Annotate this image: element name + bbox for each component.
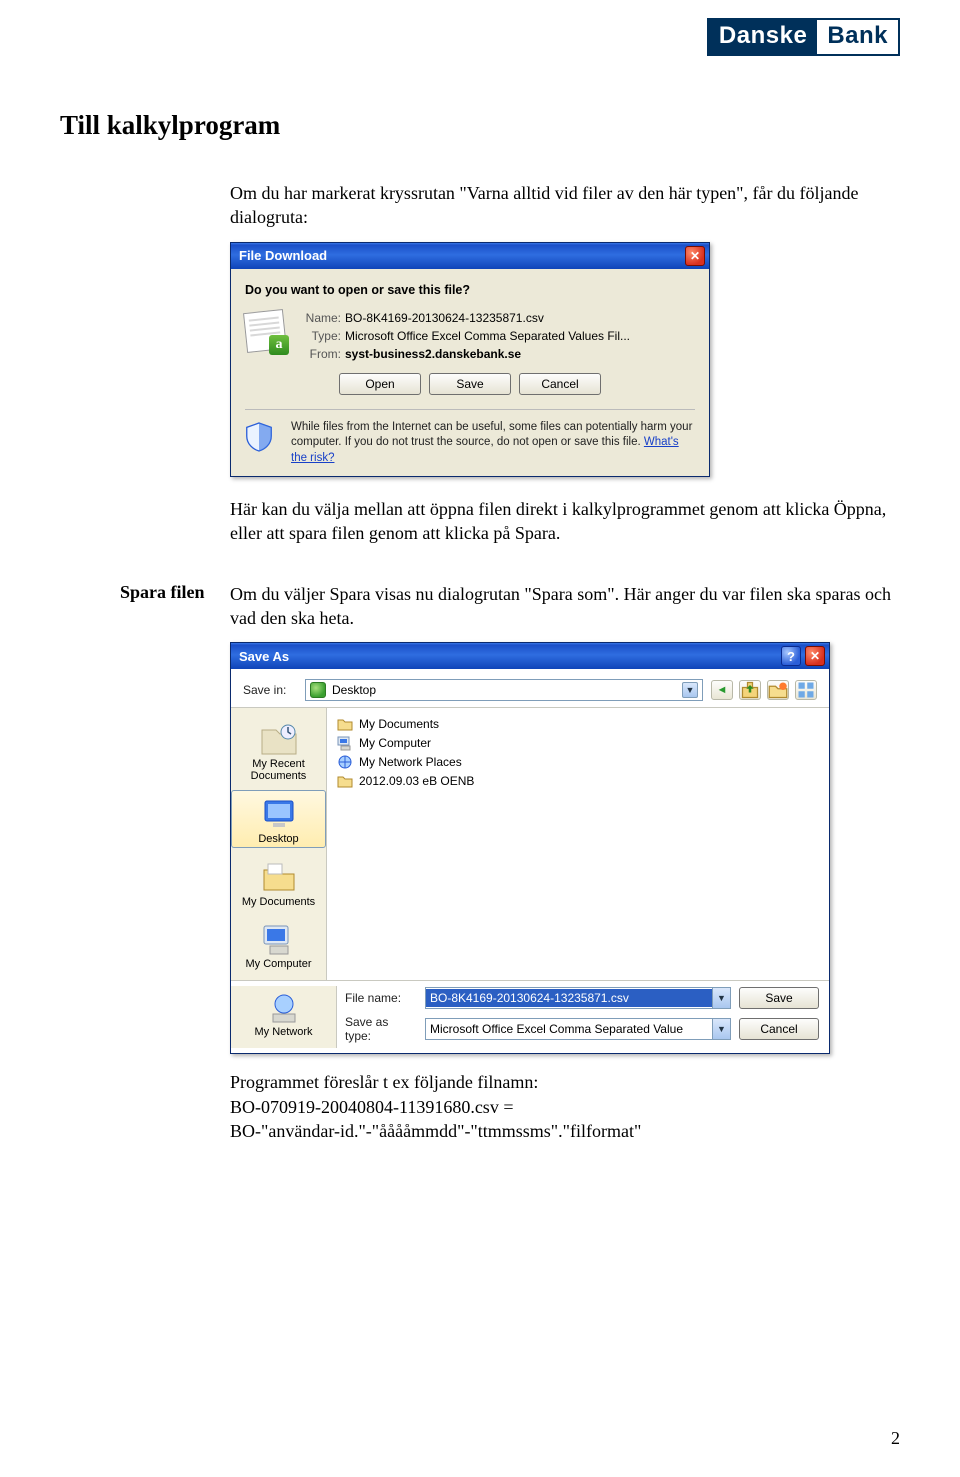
filename-input[interactable]: BO-8K4169-20130624-13235871.csv ▼ (425, 987, 731, 1009)
network-icon (337, 754, 353, 770)
list-item[interactable]: My Network Places (337, 754, 819, 770)
places-bar: My Recent Documents Desktop My Documents… (231, 708, 327, 980)
list-item[interactable]: My Documents (337, 716, 819, 732)
from-value: syst-business2.danskebank.se (345, 347, 695, 361)
filename-value: BO-8K4169-20130624-13235871.csv (426, 989, 712, 1007)
dialog-titlebar[interactable]: File Download ✕ (231, 243, 709, 269)
logo-word-2: Bank (817, 20, 898, 54)
place-label: My Network (254, 1026, 312, 1038)
back-icon[interactable]: ◄ (711, 680, 733, 700)
from-label: From: (295, 347, 341, 361)
file-list[interactable]: My Documents My Computer My Network Plac… (327, 708, 829, 980)
save-as-dialog: Save As ? ✕ Save in: Desktop ▼ ◄ (230, 642, 830, 1054)
page-title: Till kalkylprogram (60, 110, 900, 141)
place-my-documents[interactable]: My Documents (231, 854, 326, 910)
place-label: My Recent Documents (235, 758, 322, 782)
place-label: My Documents (242, 896, 315, 908)
place-recent-documents[interactable]: My Recent Documents (231, 716, 326, 784)
folder-icon (337, 773, 353, 789)
save-button[interactable]: Save (429, 373, 511, 395)
list-item[interactable]: My Computer (337, 735, 819, 751)
saveastype-select[interactable]: Microsoft Office Excel Comma Separated V… (425, 1018, 731, 1040)
save-button[interactable]: Save (739, 987, 819, 1009)
dialog-question: Do you want to open or save this file? (245, 283, 695, 297)
file-download-dialog: File Download ✕ Do you want to open or s… (230, 242, 710, 478)
type-label: Type: (295, 329, 341, 343)
paragraph-after-dialog1: Här kan du välja mellan att öppna filen … (230, 497, 900, 546)
save-in-value: Desktop (332, 683, 376, 697)
suggest-line-2: BO-070919-20040804-11391680.csv = (230, 1095, 900, 1119)
dialog-title: Save As (239, 649, 289, 664)
cancel-button[interactable]: Cancel (519, 373, 601, 395)
desktop-icon (310, 682, 326, 698)
open-button[interactable]: Open (339, 373, 421, 395)
dialog-title: File Download (239, 248, 327, 263)
up-one-level-icon[interactable] (739, 680, 761, 700)
place-my-network[interactable]: My Network (231, 986, 337, 1048)
shield-icon (245, 422, 273, 452)
folder-icon (337, 716, 353, 732)
place-my-computer[interactable]: My Computer (231, 916, 326, 972)
section-side-label: Spara filen (120, 582, 205, 603)
section2-paragraph: Om du väljer Spara visas nu dialogrutan … (230, 582, 900, 631)
help-icon[interactable]: ? (781, 646, 801, 666)
list-item[interactable]: 2012.09.03 eB OENB (337, 773, 819, 789)
dialog-titlebar[interactable]: Save As ? ✕ (231, 643, 829, 669)
place-label: My Computer (245, 958, 311, 970)
computer-icon (337, 735, 353, 751)
suggest-line-3: BO-"användar-id."-"ååååmmdd"-"ttmmssms".… (230, 1119, 900, 1143)
chevron-down-icon[interactable]: ▼ (712, 988, 730, 1008)
cancel-button[interactable]: Cancel (739, 1018, 819, 1040)
divider (245, 409, 695, 410)
brand-logo: DanskeBank (707, 18, 900, 56)
type-value: Microsoft Office Excel Comma Separated V… (345, 329, 695, 343)
name-value: BO-8K4169-20130624-13235871.csv (345, 311, 695, 325)
views-icon[interactable] (795, 680, 817, 700)
chevron-down-icon[interactable]: ▼ (712, 1019, 730, 1039)
new-folder-icon[interactable] (767, 680, 789, 700)
place-label: Desktop (258, 833, 298, 845)
close-icon[interactable]: ✕ (805, 646, 825, 666)
warning-text: While files from the Internet can be use… (291, 420, 695, 467)
suggest-line-1: Programmet föreslår t ex följande filnam… (230, 1070, 900, 1094)
saveastype-label: Save as type: (345, 1015, 417, 1043)
chevron-down-icon[interactable]: ▼ (682, 682, 698, 698)
saveastype-value: Microsoft Office Excel Comma Separated V… (426, 1020, 712, 1038)
save-in-select[interactable]: Desktop ▼ (305, 679, 703, 701)
filename-label: File name: (345, 991, 417, 1005)
page-number: 2 (891, 1428, 900, 1449)
save-in-label: Save in: (243, 683, 297, 697)
name-label: Name: (295, 311, 341, 325)
logo-word-1: Danske (709, 20, 817, 54)
intro-paragraph: Om du har markerat kryssrutan "Varna all… (230, 181, 900, 230)
place-desktop[interactable]: Desktop (231, 790, 326, 848)
file-type-icon: a (245, 311, 285, 351)
close-icon[interactable]: ✕ (685, 246, 705, 266)
